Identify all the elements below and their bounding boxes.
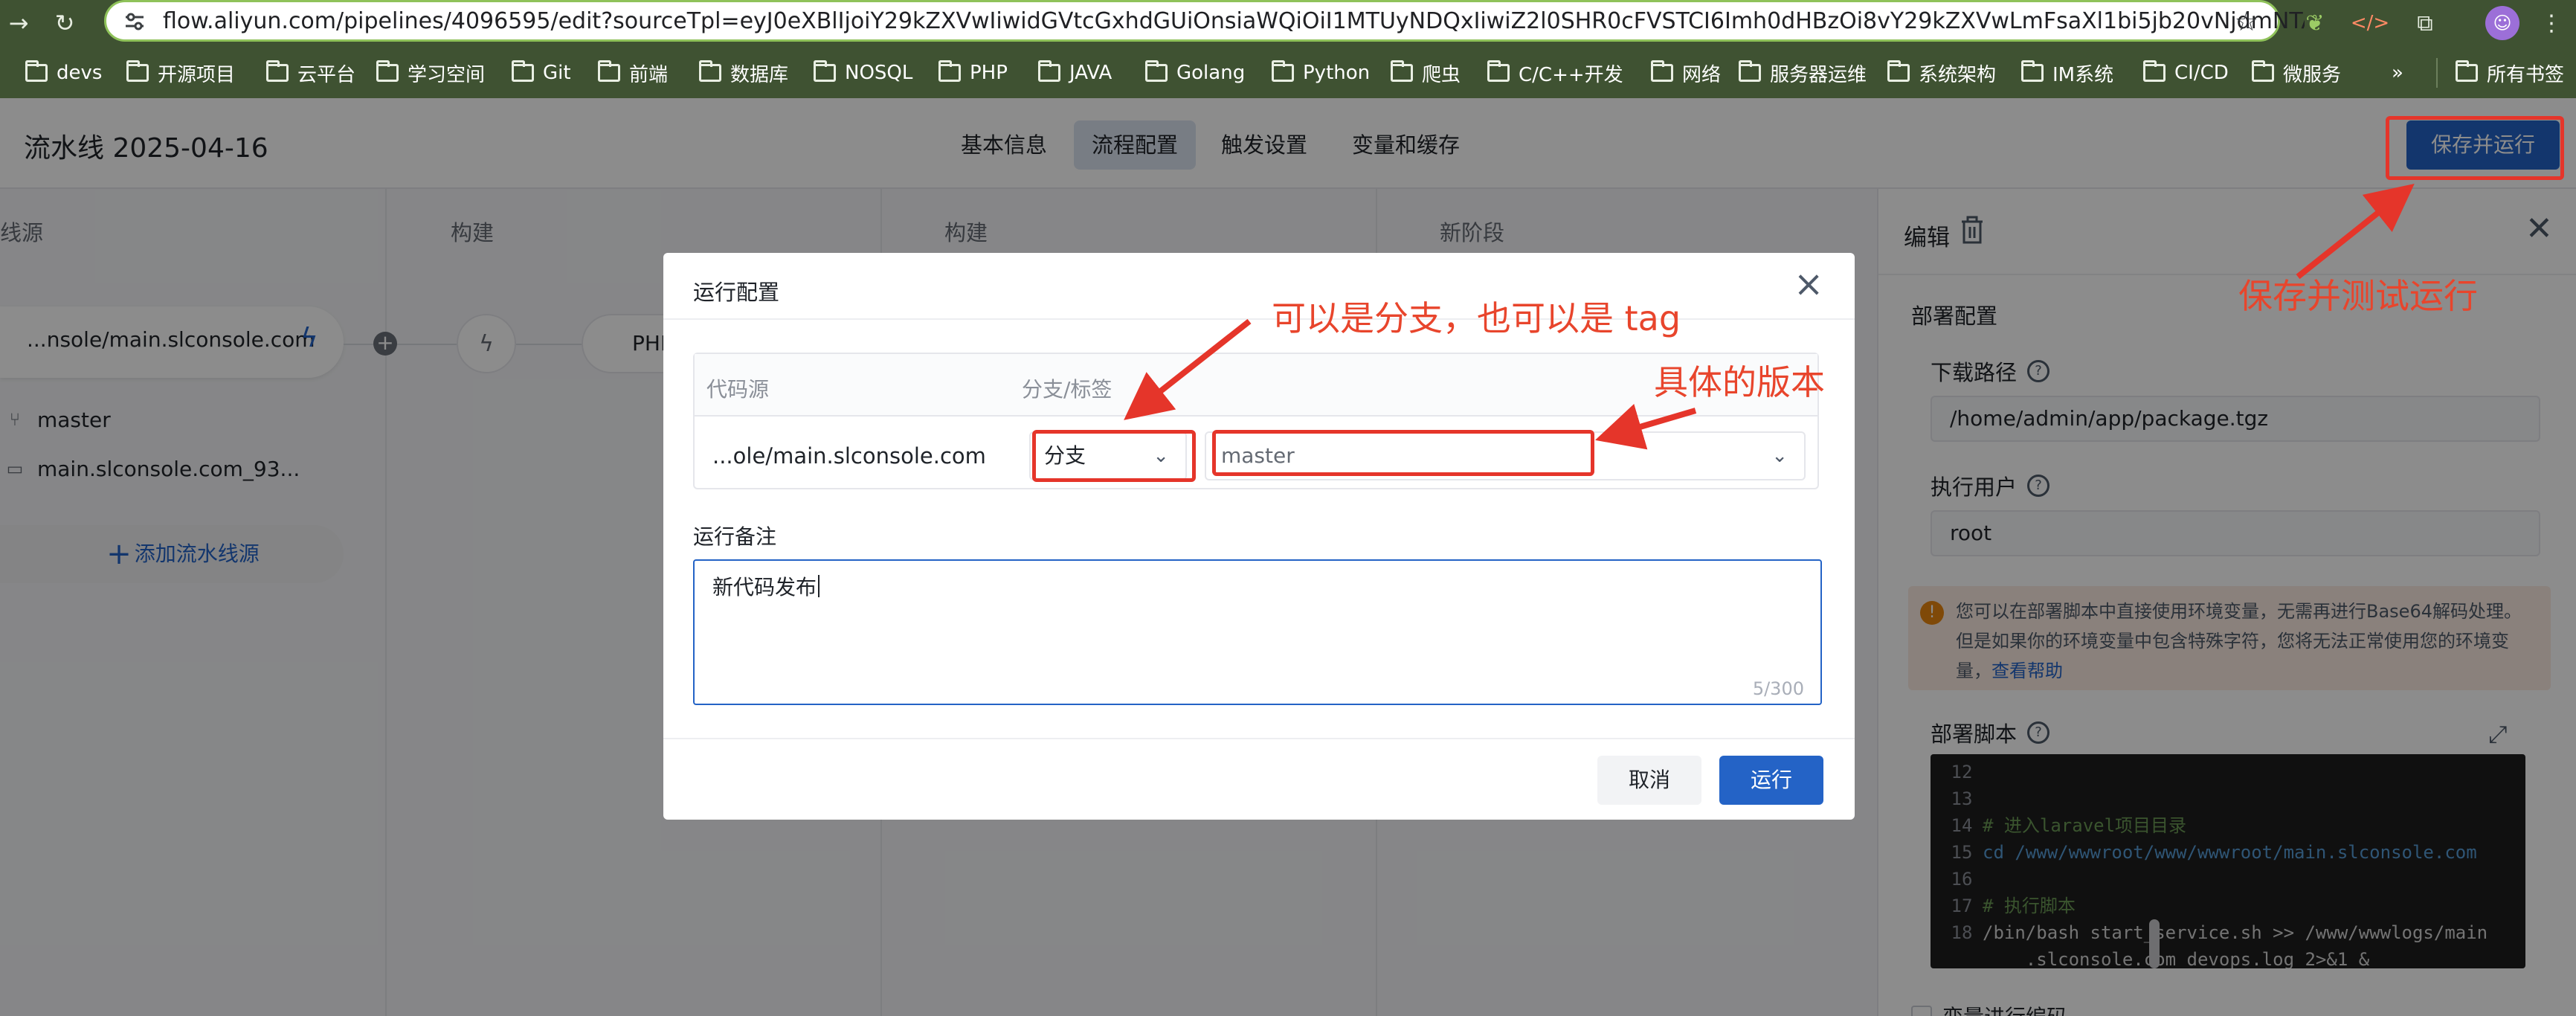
arrow-to-type [1124,318,1252,420]
annotation-branch-or-tag: 可以是分支，也可以是 tag [1272,298,1681,338]
annotation-specific-version: 具体的版本 [1654,362,1825,402]
arrow-to-save [2296,184,2415,280]
annotation-save-and-test: 保存并测试运行 [2238,276,2478,316]
annotation-arrows [1124,184,2415,450]
arrow-to-version [1594,403,1697,450]
